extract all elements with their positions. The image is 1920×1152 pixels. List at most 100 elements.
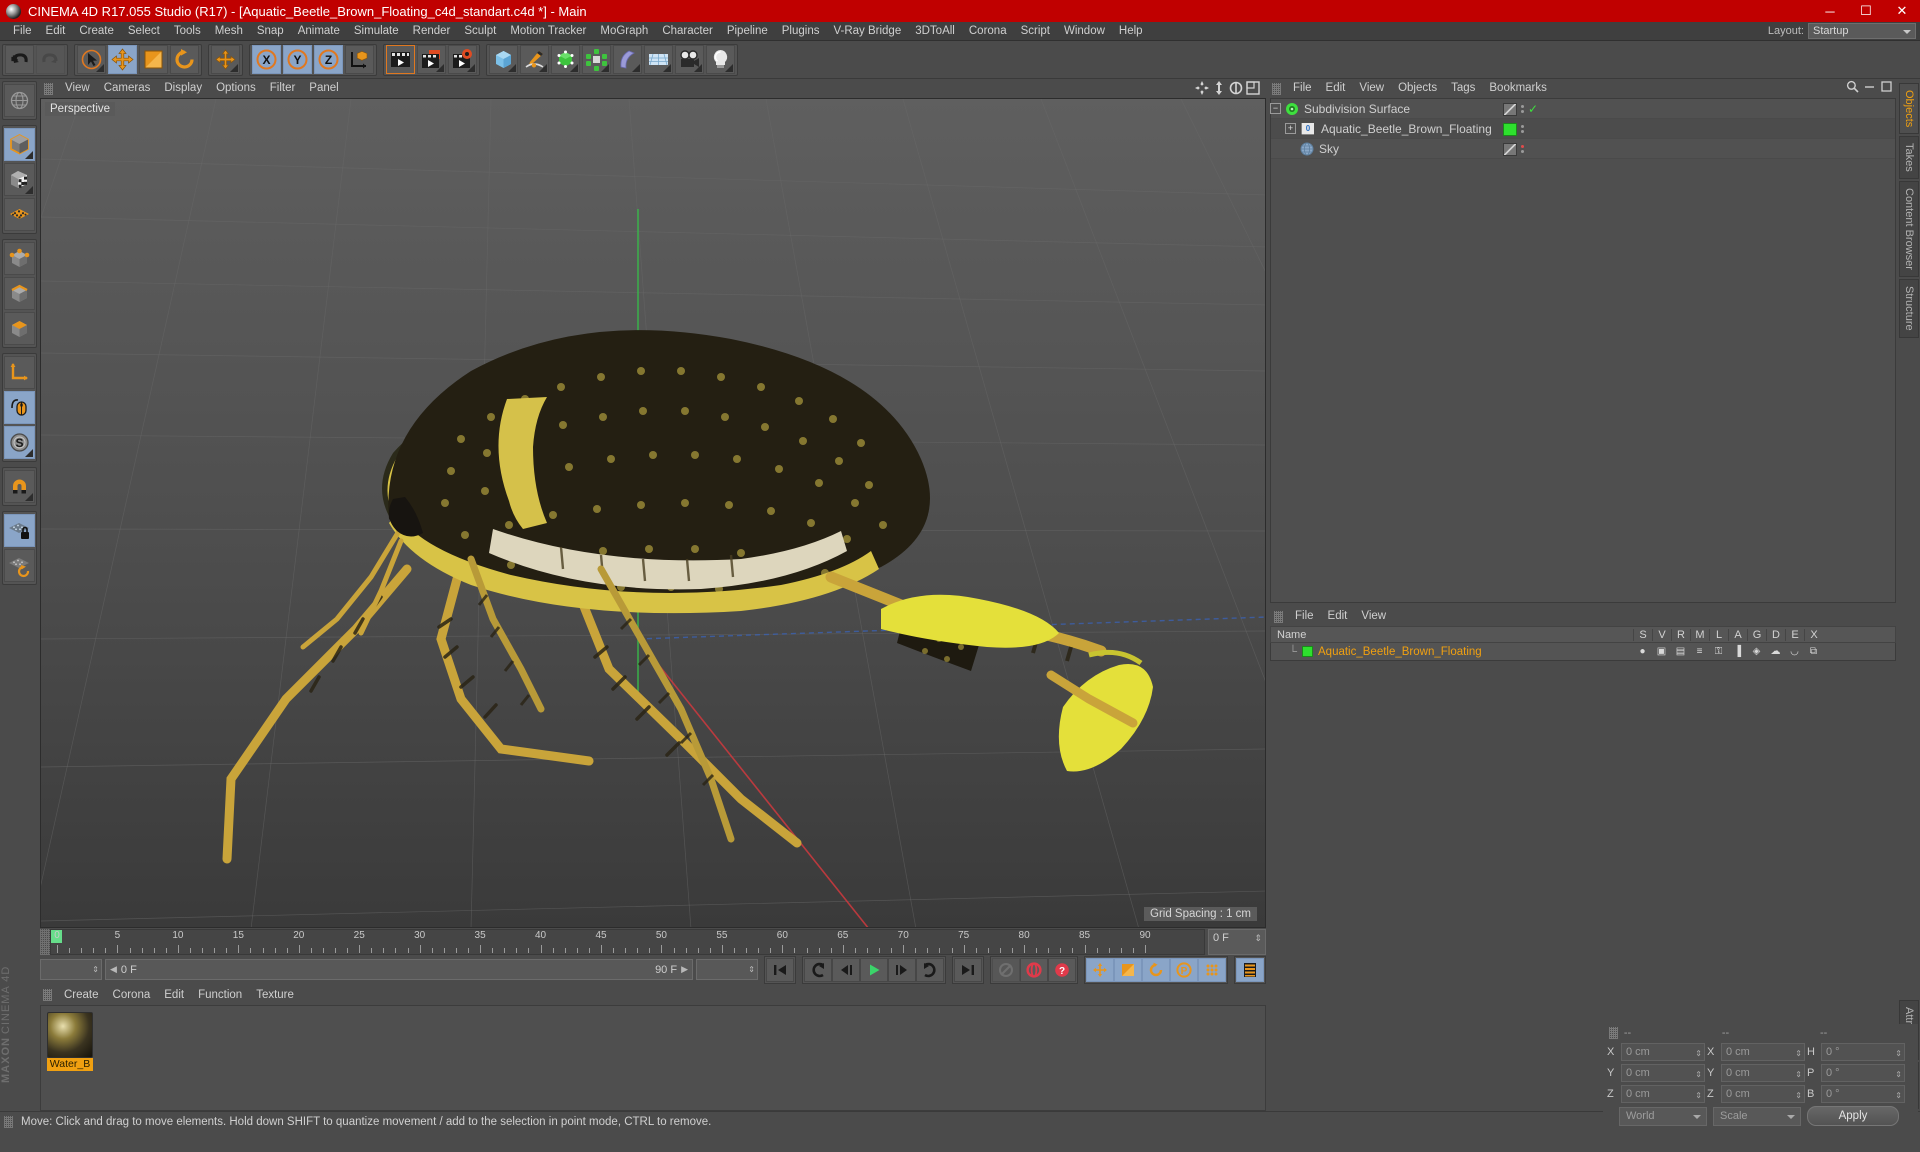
material-flag-A[interactable]: ▐	[1728, 646, 1747, 657]
menu-item-window[interactable]: Window	[1057, 22, 1112, 41]
menu-item-render[interactable]: Render	[406, 22, 458, 41]
magnet-icon[interactable]	[3, 470, 35, 503]
world-coordinates-icon[interactable]	[345, 45, 374, 74]
record-active-objects-icon[interactable]	[1020, 957, 1048, 982]
preview-range-bar[interactable]: ◀ 0 F 90 F ▶	[105, 959, 693, 980]
end-frame-field[interactable]: ⇕	[696, 959, 758, 980]
material-menu-gripper-icon[interactable]	[43, 989, 52, 1001]
menu-item-3dtoall[interactable]: 3DToAll	[908, 22, 962, 41]
material-panel-menu-view[interactable]: View	[1354, 607, 1393, 626]
object-expander[interactable]: −	[1270, 103, 1281, 114]
menu-item-file[interactable]: File	[6, 22, 39, 41]
axis-x-button[interactable]: X	[252, 45, 281, 74]
render-settings-icon[interactable]	[448, 45, 477, 74]
menu-item-help[interactable]: Help	[1112, 22, 1150, 41]
material-menu-create[interactable]: Create	[57, 986, 106, 1005]
point-mode-icon[interactable]	[3, 242, 35, 275]
polygon-face-icon[interactable]	[3, 312, 35, 345]
coord-rot-h-input[interactable]: 0 °	[1821, 1042, 1905, 1062]
go-to-start-icon[interactable]	[766, 957, 794, 982]
visibility-dots[interactable]	[1521, 105, 1524, 113]
rotate-tool-icon[interactable]	[170, 45, 199, 74]
display-tag[interactable]	[1503, 102, 1517, 116]
undo-icon[interactable]	[5, 45, 34, 74]
menu-item-mograph[interactable]: MoGraph	[593, 22, 655, 41]
material-list[interactable]: Water_B	[40, 1004, 1266, 1111]
coord-mode-dropdown[interactable]: Scale	[1713, 1106, 1801, 1126]
workplane-rotate-icon[interactable]	[3, 549, 35, 582]
menu-item-sculpt[interactable]: Sculpt	[457, 22, 503, 41]
menu-item-mesh[interactable]: Mesh	[208, 22, 250, 41]
coord-rot-b-input[interactable]: 0 °	[1821, 1084, 1905, 1104]
status-gripper-icon[interactable]	[4, 1115, 13, 1128]
mograph-array-icon[interactable]	[582, 45, 611, 74]
model-mode-icon[interactable]	[3, 128, 35, 161]
menu-item-v-ray-bridge[interactable]: V-Ray Bridge	[826, 22, 908, 41]
add-light-icon[interactable]	[706, 45, 735, 74]
visibility-dots[interactable]	[1521, 145, 1524, 153]
coord-size-y-input[interactable]: 0 cm	[1721, 1063, 1805, 1083]
material-flag-G[interactable]: ◈	[1747, 646, 1766, 657]
floor-scene-icon[interactable]	[644, 45, 673, 74]
menu-item-pipeline[interactable]: Pipeline	[720, 22, 775, 41]
start-frame-field[interactable]: ⇕	[40, 959, 102, 980]
material-preview-sphere[interactable]	[47, 1011, 93, 1058]
minimize-button[interactable]: ─	[1812, 0, 1848, 22]
timeline-gripper-icon[interactable]	[40, 929, 50, 955]
coord-pos-y-input[interactable]: 0 cm	[1621, 1063, 1705, 1083]
record-rotation-icon[interactable]	[1142, 957, 1170, 982]
object-menu-view[interactable]: View	[1352, 79, 1391, 98]
object-row[interactable]: Sky	[1271, 139, 1895, 159]
enable-snapping-icon[interactable]	[3, 391, 35, 424]
render-view-icon[interactable]	[386, 45, 415, 74]
keyframe-selection-icon[interactable]: ?	[1048, 957, 1076, 982]
polygon-mode-icon[interactable]	[3, 198, 35, 231]
menu-item-corona[interactable]: Corona	[962, 22, 1014, 41]
next-frame-icon[interactable]	[888, 957, 916, 982]
material-flag-L[interactable]: ⚿	[1709, 646, 1728, 657]
play-icon[interactable]	[860, 957, 888, 982]
vertical-tab-structure[interactable]: Structure	[1899, 278, 1919, 338]
vertical-tab-content-browser[interactable]: Content Browser	[1899, 181, 1919, 277]
record-scale-icon[interactable]	[1114, 957, 1142, 982]
record-parameter-icon[interactable]: P	[1170, 957, 1198, 982]
go-to-end-icon[interactable]	[954, 957, 982, 982]
timeline-track[interactable]: 0 5 10 15 20 25 30 35 40 45 50 55 60 65 70 75 80 85 90	[50, 929, 1205, 955]
object-menu-objects[interactable]: Objects	[1391, 79, 1444, 98]
coord-size-x-input[interactable]: 0 cm	[1721, 1042, 1805, 1062]
coord-size-z-input[interactable]: 0 cm	[1721, 1084, 1805, 1104]
viewport-menu-cameras[interactable]: Cameras	[97, 79, 158, 98]
texture-mode-icon[interactable]	[3, 163, 35, 196]
material-chip[interactable]: Water_B	[47, 1011, 93, 1074]
object-menu-file[interactable]: File	[1286, 79, 1319, 98]
object-color-tag[interactable]	[1503, 122, 1517, 136]
object-expander[interactable]: +	[1285, 123, 1296, 134]
object-row[interactable]: − Subdivision Surface ✓	[1270, 99, 1895, 119]
maximize-button[interactable]: ☐	[1848, 0, 1884, 22]
viewport-menu-options[interactable]: Options	[209, 79, 263, 98]
menu-item-character[interactable]: Character	[655, 22, 720, 41]
coord-system-dropdown[interactable]: World	[1619, 1106, 1707, 1126]
scale-tool-icon[interactable]	[139, 45, 168, 74]
undo-view-icon[interactable]	[3, 84, 35, 117]
viewport-menu-display[interactable]: Display	[157, 79, 209, 98]
coord-rot-p-input[interactable]: 0 °	[1821, 1063, 1905, 1083]
viewport-menu-filter[interactable]: Filter	[263, 79, 303, 98]
object-maximize-icon[interactable]	[1880, 80, 1893, 98]
object-menu-tags[interactable]: Tags	[1444, 79, 1482, 98]
timeline-current-frame-field[interactable]: 0 F	[1208, 929, 1266, 955]
material-flag-D[interactable]: ☁	[1766, 646, 1785, 657]
axis-z-button[interactable]: Z	[314, 45, 343, 74]
object-search-icon[interactable]	[1846, 80, 1859, 98]
viewport-menu-gripper-icon[interactable]	[44, 82, 53, 95]
render-to-picture-icon[interactable]	[417, 45, 446, 74]
object-row[interactable]: +0 Aquatic_Beetle_Brown_Floating	[1271, 119, 1895, 139]
menu-item-simulate[interactable]: Simulate	[347, 22, 406, 41]
timeline-view-icon[interactable]	[1236, 957, 1264, 982]
display-tag[interactable]	[1503, 142, 1517, 156]
apply-button[interactable]: Apply	[1807, 1106, 1899, 1126]
add-spline-icon[interactable]	[520, 45, 549, 74]
material-panel-gripper-icon[interactable]	[1274, 610, 1283, 623]
menu-item-plugins[interactable]: Plugins	[775, 22, 827, 41]
menu-item-script[interactable]: Script	[1014, 22, 1057, 41]
